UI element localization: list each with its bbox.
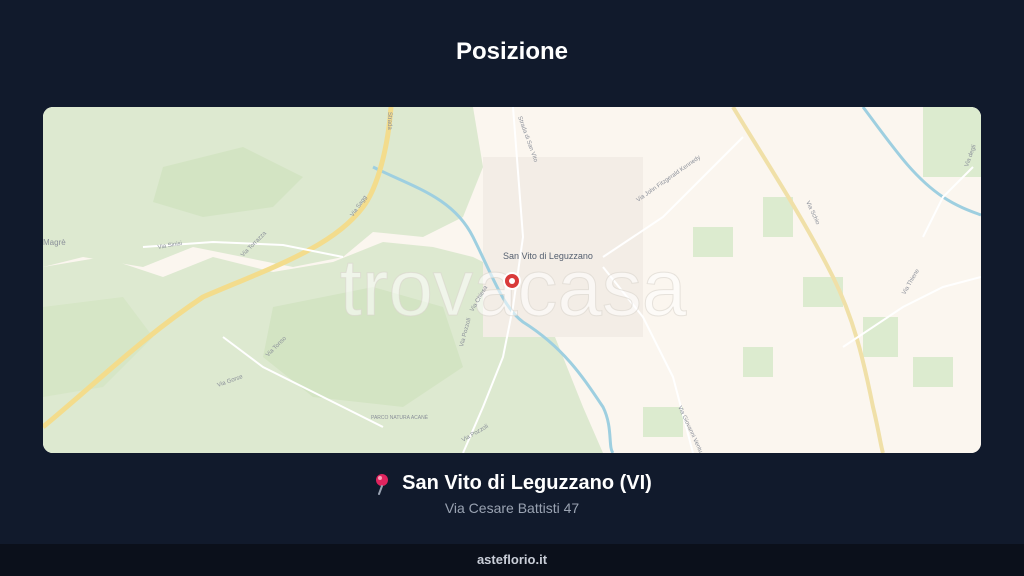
location-address: Via Cesare Battisti 47 bbox=[444, 500, 580, 516]
street-label: Strada bbox=[386, 112, 392, 130]
map-view[interactable]: trovacasa San Vito di Leguzzano Magrè PA… bbox=[43, 107, 981, 453]
location-marker[interactable] bbox=[503, 272, 521, 290]
magre-label: Magrè bbox=[43, 238, 66, 247]
town-label: San Vito di Leguzzano bbox=[503, 251, 593, 261]
location-header: San Vito di Leguzzano (VI) bbox=[0, 472, 1024, 500]
footer: asteflorio.it bbox=[0, 544, 1024, 576]
park-label: PARCO NATURA ACANÈ bbox=[371, 414, 429, 421]
map-pin-icon bbox=[372, 473, 392, 495]
footer-brand[interactable]: asteflorio.it bbox=[477, 552, 547, 567]
location-title: San Vito di Leguzzano (VI) bbox=[402, 472, 652, 494]
map-canvas[interactable]: trovacasa San Vito di Leguzzano Magrè PA… bbox=[43, 107, 981, 453]
page-title: Posizione bbox=[455, 38, 569, 65]
